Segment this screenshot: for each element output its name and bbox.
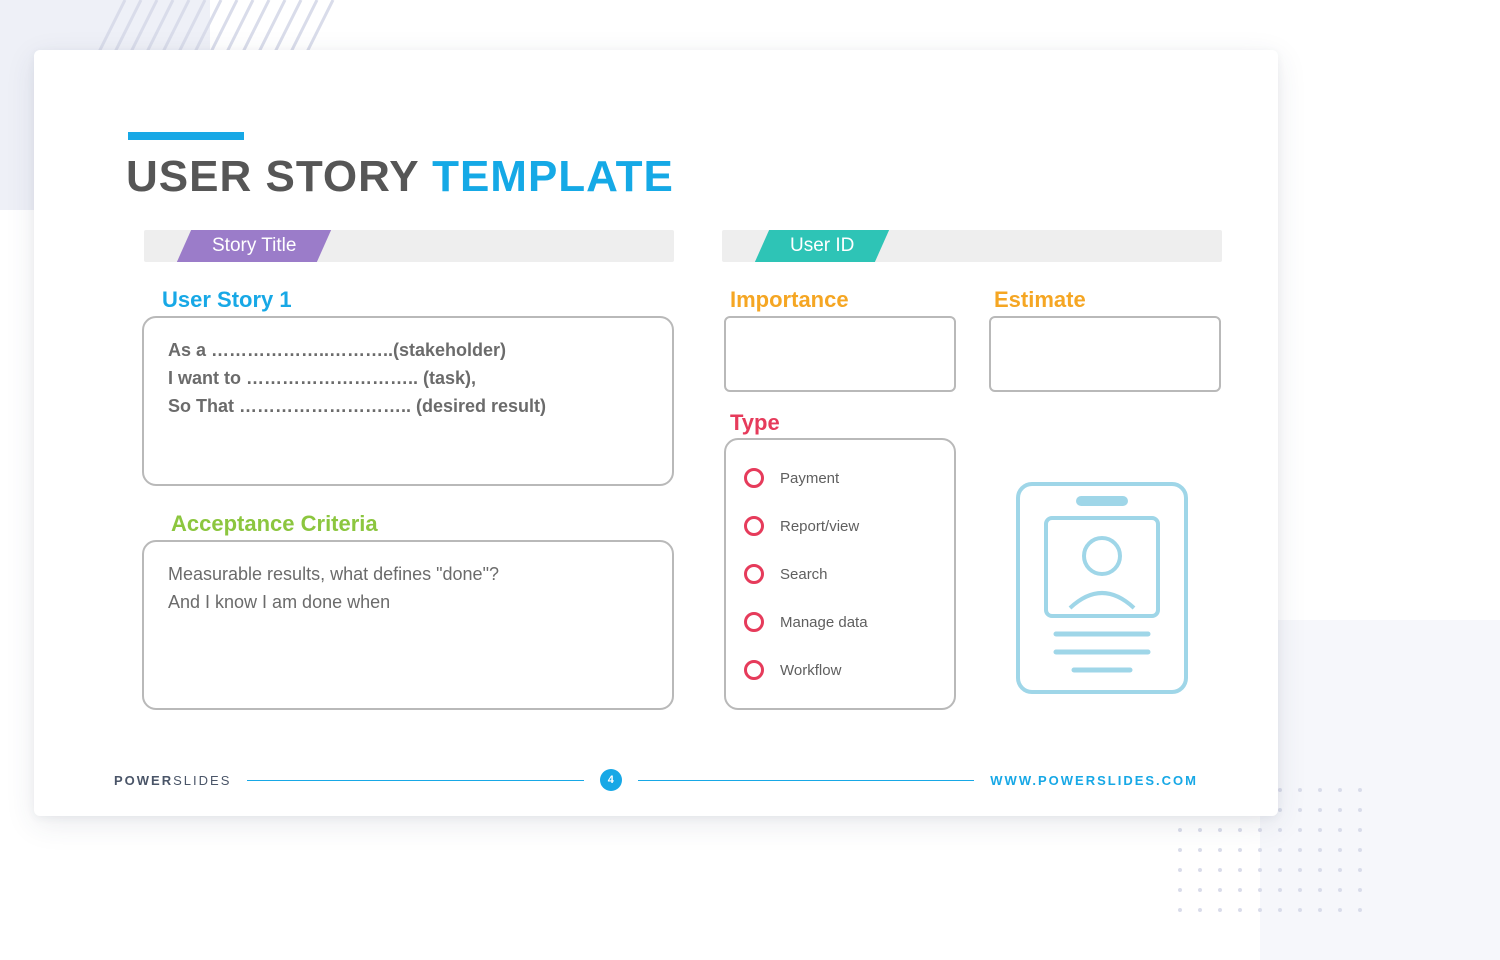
slide-title: USER STORY TEMPLATE <box>126 152 674 202</box>
title-accent: TEMPLATE <box>432 152 674 201</box>
label-acceptance-criteria: Acceptance Criteria <box>171 511 378 537</box>
footer-brand-light: SLIDES <box>173 773 231 788</box>
type-option-payment: Payment <box>744 454 936 502</box>
ribbon-story-title: Story Title <box>144 230 674 262</box>
type-option-report: Report/view <box>744 502 936 550</box>
radio-icon <box>744 612 764 632</box>
accept-line-2: And I know I am done when <box>168 588 648 616</box>
type-label: Manage data <box>780 614 868 631</box>
page-number-badge: 4 <box>600 769 622 791</box>
box-type: Payment Report/view Search Manage data W… <box>724 438 956 710</box>
story-line-3: So That ……………………….. (desired result) <box>168 392 648 420</box>
label-type: Type <box>730 410 780 436</box>
box-estimate <box>989 316 1221 392</box>
type-option-workflow: Workflow <box>744 646 936 694</box>
slide-card: USER STORY TEMPLATE Story Title User ID … <box>34 50 1278 816</box>
radio-icon <box>744 564 764 584</box>
type-option-manage-data: Manage data <box>744 598 936 646</box>
type-option-search: Search <box>744 550 936 598</box>
ribbon-user-id: User ID <box>722 230 1222 262</box>
tab-story-title-label: Story Title <box>212 230 296 262</box>
tab-story-title: Story Title <box>177 230 332 262</box>
title-main: USER STORY <box>126 152 419 201</box>
radio-icon <box>744 516 764 536</box>
label-estimate: Estimate <box>994 287 1086 313</box>
slide-footer: POWERSLIDES 4 WWW.POWERSLIDES.COM <box>114 768 1198 792</box>
radio-icon <box>744 468 764 488</box>
box-acceptance-criteria: Measurable results, what defines "done"?… <box>142 540 674 710</box>
box-importance <box>724 316 956 392</box>
type-label: Report/view <box>780 518 859 535</box>
footer-brand: POWERSLIDES <box>114 773 231 788</box>
tab-user-id-label: User ID <box>790 230 854 262</box>
type-label: Search <box>780 566 828 583</box>
type-label: Workflow <box>780 662 841 679</box>
label-user-story-1: User Story 1 <box>162 287 292 313</box>
footer-line-right <box>638 780 974 781</box>
box-user-story: As a ………………..………..(stakeholder) I want t… <box>142 316 674 486</box>
footer-url: WWW.POWERSLIDES.COM <box>990 773 1198 788</box>
story-line-1: As a ………………..………..(stakeholder) <box>168 336 648 364</box>
label-importance: Importance <box>730 287 849 313</box>
id-card-icon <box>1012 478 1192 698</box>
title-accent-bar <box>128 132 244 140</box>
footer-line-left <box>247 780 583 781</box>
tab-user-id: User ID <box>755 230 890 262</box>
story-line-2: I want to ……………………….. (task), <box>168 364 648 392</box>
radio-icon <box>744 660 764 680</box>
type-label: Payment <box>780 470 839 487</box>
accept-line-1: Measurable results, what defines "done"? <box>168 560 648 588</box>
footer-brand-bold: POWER <box>114 773 173 788</box>
